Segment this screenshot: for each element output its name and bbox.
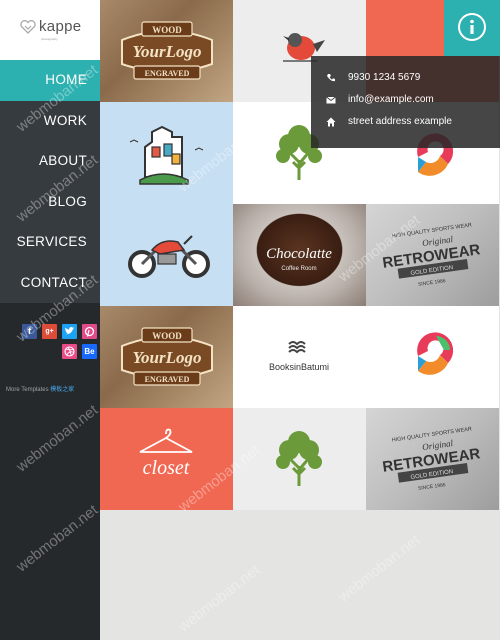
contact-phone: 9930 1234 5679 bbox=[348, 72, 421, 83]
sidebar: kappe photography HOME WORK ABOUT BLOG S… bbox=[0, 0, 100, 640]
nav-contact[interactable]: CONTACT bbox=[0, 262, 100, 303]
nav-services[interactable]: SERVICES bbox=[0, 222, 100, 263]
coffee-sub-text: Coffee Room bbox=[281, 266, 316, 272]
books-logo-image: BooksinBatumi bbox=[269, 341, 329, 372]
watermark: webmoban.net bbox=[175, 561, 264, 636]
nav-blog[interactable]: BLOG bbox=[0, 181, 100, 222]
castle-icon bbox=[129, 125, 204, 185]
portfolio-tile-retrowear[interactable]: HIGH QUALITY SPORTS WEAR Original RETROW… bbox=[366, 408, 499, 510]
coffee-main-text: Chocolatte bbox=[266, 246, 332, 262]
closet-logo-image: closet bbox=[139, 428, 193, 479]
portfolio-tile-wood-logo[interactable]: WOOD YourLogo ENGRAVED bbox=[100, 0, 233, 102]
portfolio-tile-spiral[interactable] bbox=[366, 306, 499, 408]
pinterest-icon[interactable] bbox=[82, 324, 97, 339]
logo[interactable]: kappe photography bbox=[0, 0, 100, 60]
coffee-logo-image: Chocolatte Coffee Room bbox=[266, 246, 332, 272]
nav-about[interactable]: ABOUT bbox=[0, 141, 100, 182]
facebook-icon[interactable]: f bbox=[22, 324, 37, 339]
portfolio-tile-books[interactable]: BooksinBatumi bbox=[233, 306, 366, 408]
portfolio-tile-tree-2[interactable] bbox=[233, 408, 366, 510]
wood-logo-image-2: WOOD YourLogo ENGRAVED bbox=[120, 327, 213, 386]
books-main-text: BooksinBatumi bbox=[269, 362, 329, 372]
contact-email[interactable]: info@example.com bbox=[348, 94, 434, 105]
portfolio-tile-coffee[interactable]: Chocolatte Coffee Room bbox=[233, 204, 366, 306]
brand-name: kappe bbox=[39, 18, 82, 35]
main-nav: HOME WORK ABOUT BLOG SERVICES CONTACT bbox=[0, 60, 100, 303]
wood-top-text: WOOD bbox=[152, 25, 182, 35]
portfolio-tile-wood-logo-2[interactable]: WOOD YourLogo ENGRAVED bbox=[100, 306, 233, 408]
retro-year-text-2: SINCE 1986 bbox=[418, 482, 447, 492]
home-icon bbox=[326, 117, 336, 127]
behance-icon[interactable]: Be bbox=[82, 344, 97, 359]
closet-text: closet bbox=[143, 457, 190, 479]
wood-logo-image: WOOD YourLogo ENGRAVED bbox=[120, 21, 213, 80]
wood-main-text: YourLogo bbox=[132, 42, 201, 61]
contact-panel: 9930 1234 5679 info@example.com street a… bbox=[311, 56, 500, 148]
more-templates-label: More Templates bbox=[6, 387, 49, 393]
mail-icon bbox=[326, 96, 336, 104]
google-plus-icon[interactable]: g+ bbox=[42, 324, 57, 339]
more-templates: More Templates 模板之家 bbox=[6, 384, 74, 393]
info-button[interactable] bbox=[444, 0, 500, 56]
contact-address: street address example bbox=[348, 116, 452, 127]
retro-year-text: SINCE 1986 bbox=[418, 278, 447, 288]
phone-icon bbox=[327, 74, 335, 82]
spiral-logo-icon-2 bbox=[417, 332, 454, 375]
nav-home[interactable]: HOME bbox=[0, 60, 100, 101]
tree-icon-2 bbox=[276, 431, 322, 486]
portfolio-tile-closet[interactable]: closet bbox=[100, 408, 233, 510]
info-icon bbox=[458, 13, 486, 41]
social-links: f g+ Be bbox=[0, 324, 100, 364]
more-templates-link[interactable]: 模板之家 bbox=[50, 387, 74, 393]
retrowear-logo-image: HIGH QUALITY SPORTS WEAR Original RETROW… bbox=[382, 222, 482, 288]
wood-main-text-2: YourLogo bbox=[132, 348, 201, 367]
twitter-icon[interactable] bbox=[62, 324, 77, 339]
dribbble-icon[interactable] bbox=[62, 344, 77, 359]
wood-top-text-2: WOOD bbox=[152, 331, 182, 341]
motorcycle-icon bbox=[128, 235, 210, 278]
watermark: webmoban.net bbox=[335, 531, 424, 606]
wood-bottom-text: ENGRAVED bbox=[144, 69, 189, 78]
retrowear-logo-image-2: HIGH QUALITY SPORTS WEAR Original RETROW… bbox=[382, 426, 482, 492]
portfolio-tile-retrowear-top[interactable]: HIGH QUALITY SPORTS WEAR Original RETROW… bbox=[366, 204, 499, 306]
portfolio-tile-castle[interactable] bbox=[100, 102, 233, 204]
portfolio-tile-motorcycle[interactable] bbox=[100, 204, 233, 306]
logo-mark-icon bbox=[20, 20, 36, 34]
nav-work[interactable]: WORK bbox=[0, 100, 100, 141]
brand-tagline: photography bbox=[41, 37, 58, 41]
wood-bottom-text-2: ENGRAVED bbox=[144, 375, 189, 384]
